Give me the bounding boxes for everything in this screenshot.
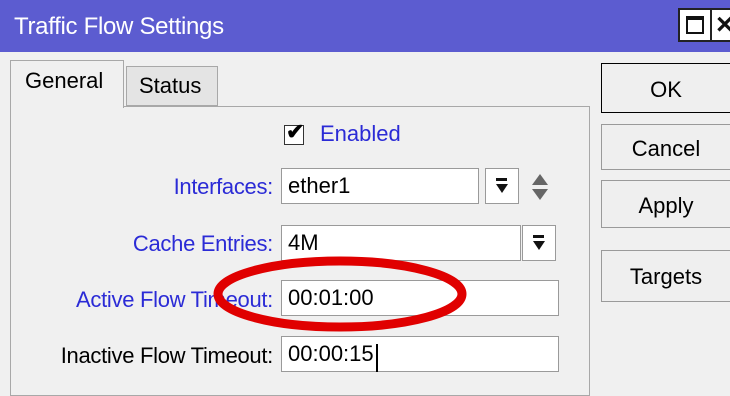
inactive-flow-timeout-field[interactable]: 00:00:15 <box>281 336 559 372</box>
tab-general[interactable]: General <box>10 60 124 108</box>
apply-button[interactable]: Apply <box>601 180 730 228</box>
cache-entries-field[interactable]: 4M <box>281 225 521 261</box>
active-flow-timeout-label: Active Flow Timeout: <box>76 287 273 312</box>
interfaces-label: Interfaces: <box>173 174 274 199</box>
enabled-label: Enabled <box>320 121 401 146</box>
active-flow-timeout-field[interactable]: 00:01:00 <box>281 280 559 316</box>
dropdown-arrow-icon[interactable] <box>485 168 519 204</box>
window-titlebar[interactable]: Traffic Flow Settings × <box>0 0 730 52</box>
close-icon[interactable]: × <box>710 8 730 42</box>
interfaces-field[interactable]: ether1 <box>281 168 479 204</box>
text-cursor <box>376 344 378 372</box>
maximize-icon[interactable] <box>678 8 712 42</box>
checkmark-icon: ✔ <box>286 119 305 144</box>
targets-button[interactable]: Targets <box>601 250 730 302</box>
window-title: Traffic Flow Settings <box>14 13 224 40</box>
ok-button[interactable]: OK <box>601 63 730 113</box>
cancel-button[interactable]: Cancel <box>601 124 730 170</box>
cache-entries-label: Cache Entries: <box>132 231 273 256</box>
dropdown-arrow-icon[interactable] <box>522 225 556 261</box>
inactive-flow-timeout-label: Inactive Flow Timeout: <box>60 343 274 368</box>
tab-status[interactable]: Status <box>126 66 218 106</box>
up-down-arrows-icon[interactable] <box>530 172 550 206</box>
enabled-checkbox[interactable]: ✔ <box>284 119 304 145</box>
